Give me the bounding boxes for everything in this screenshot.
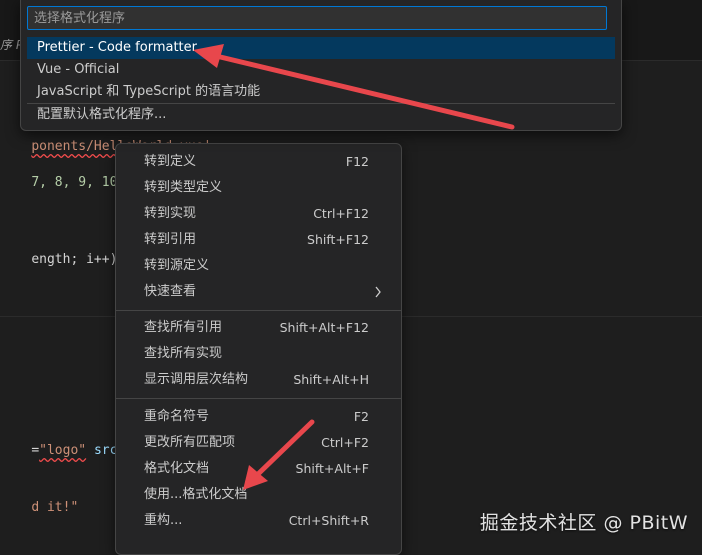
menu-item-format-document[interactable]: 格式化文档 Shift+Alt+F xyxy=(120,456,395,482)
menu-item-shortcut: F12 xyxy=(345,154,369,169)
formatter-quick-pick: Prettier - Code formatter Vue - Official… xyxy=(20,0,622,131)
menu-item-label: 更改所有匹配项 xyxy=(144,435,236,450)
editor-context-menu: 转到定义 F12 转到类型定义 转到实现 Ctrl+F12 转到引用 Shift… xyxy=(115,143,402,555)
menu-item-go-to-references[interactable]: 转到引用 Shift+F12 xyxy=(120,227,395,253)
menu-item-label: 使用...格式化文档 xyxy=(144,487,248,502)
quickpick-item-label: JavaScript 和 TypeScript 的语言功能 xyxy=(37,84,261,99)
code-text: ength; i++) xyxy=(31,252,118,267)
menu-item-format-document-with[interactable]: 使用...格式化文档 xyxy=(120,482,395,508)
chevron-right-icon xyxy=(373,279,383,314)
menu-separator xyxy=(116,310,401,311)
formatter-search-input[interactable] xyxy=(27,6,607,30)
quickpick-item-prettier[interactable]: Prettier - Code formatter xyxy=(27,37,615,59)
menu-item-go-to-definition[interactable]: 转到定义 F12 xyxy=(120,149,395,175)
menu-item-label: 转到类型定义 xyxy=(144,180,223,195)
quickpick-item-vue[interactable]: Vue - Official xyxy=(27,59,615,81)
menu-item-label: 快速查看 xyxy=(144,284,197,299)
menu-item-label: 转到定义 xyxy=(144,154,197,169)
menu-item-label: 查找所有引用 xyxy=(144,320,223,335)
menu-item-shortcut: Ctrl+F12 xyxy=(313,206,369,221)
menu-item-shortcut: Shift+F12 xyxy=(307,232,369,247)
quickpick-item-label: 配置默认格式化程序... xyxy=(37,107,167,122)
menu-item-shortcut: F2 xyxy=(353,409,369,424)
menu-item-label: 转到实现 xyxy=(144,206,197,221)
watermark: 掘金技术社区 @ PBitW xyxy=(479,512,688,534)
menu-item-label: 转到引用 xyxy=(144,232,197,247)
quickpick-item-label: Prettier - Code formatter xyxy=(37,40,197,55)
code-line: 7, 8, 9, 10]; xyxy=(0,160,133,205)
menu-item-peek[interactable]: 快速查看 xyxy=(120,279,395,305)
menu-item-shortcut: Shift+Alt+F12 xyxy=(279,320,369,335)
menu-item-shortcut: Shift+Alt+F xyxy=(295,461,369,476)
code-line: d it!" xyxy=(0,485,78,530)
code-string: d it!" xyxy=(31,500,79,515)
menu-item-show-call-hierarchy[interactable]: 显示调用层次结构 Shift+Alt+H xyxy=(120,367,395,393)
menu-item-label: 查找所有实现 xyxy=(144,346,223,361)
menu-item-go-to-type-definition[interactable]: 转到类型定义 xyxy=(120,175,395,201)
menu-item-rename-symbol[interactable]: 重命名符号 F2 xyxy=(120,404,395,430)
menu-item-shortcut: Ctrl+F2 xyxy=(321,435,369,450)
menu-item-change-all-occurrences[interactable]: 更改所有匹配项 Ctrl+F2 xyxy=(120,430,395,456)
menu-item-label: 重命名符号 xyxy=(144,409,210,424)
quickpick-item-label: Vue - Official xyxy=(37,62,120,77)
menu-item-shortcut: Ctrl+Shift+R xyxy=(288,513,369,528)
menu-item-label: 格式化文档 xyxy=(144,461,210,476)
menu-item-go-to-implementation[interactable]: 转到实现 Ctrl+F12 xyxy=(120,201,395,227)
quickpick-item-configure-default[interactable]: 配置默认格式化程序... xyxy=(27,104,615,126)
code-number-list: 7, 8, 9, 10 xyxy=(31,175,118,190)
menu-separator xyxy=(116,398,401,399)
menu-item-shortcut: Shift+Alt+H xyxy=(293,372,369,387)
menu-item-label: 重构... xyxy=(144,513,183,528)
menu-item-find-all-implementations[interactable]: 查找所有实现 xyxy=(120,341,395,367)
quickpick-item-js-ts[interactable]: JavaScript 和 TypeScript 的语言功能 xyxy=(27,81,615,103)
menu-item-go-to-source-definition[interactable]: 转到源定义 xyxy=(120,253,395,279)
menu-item-find-all-references[interactable]: 查找所有引用 Shift+Alt+F12 xyxy=(120,315,395,341)
menu-item-label: 转到源定义 xyxy=(144,258,210,273)
menu-item-refactor[interactable]: 重构... Ctrl+Shift+R xyxy=(120,508,395,534)
code-attr-value: "logo" xyxy=(39,443,87,458)
menu-item-label: 显示调用层次结构 xyxy=(144,372,249,387)
